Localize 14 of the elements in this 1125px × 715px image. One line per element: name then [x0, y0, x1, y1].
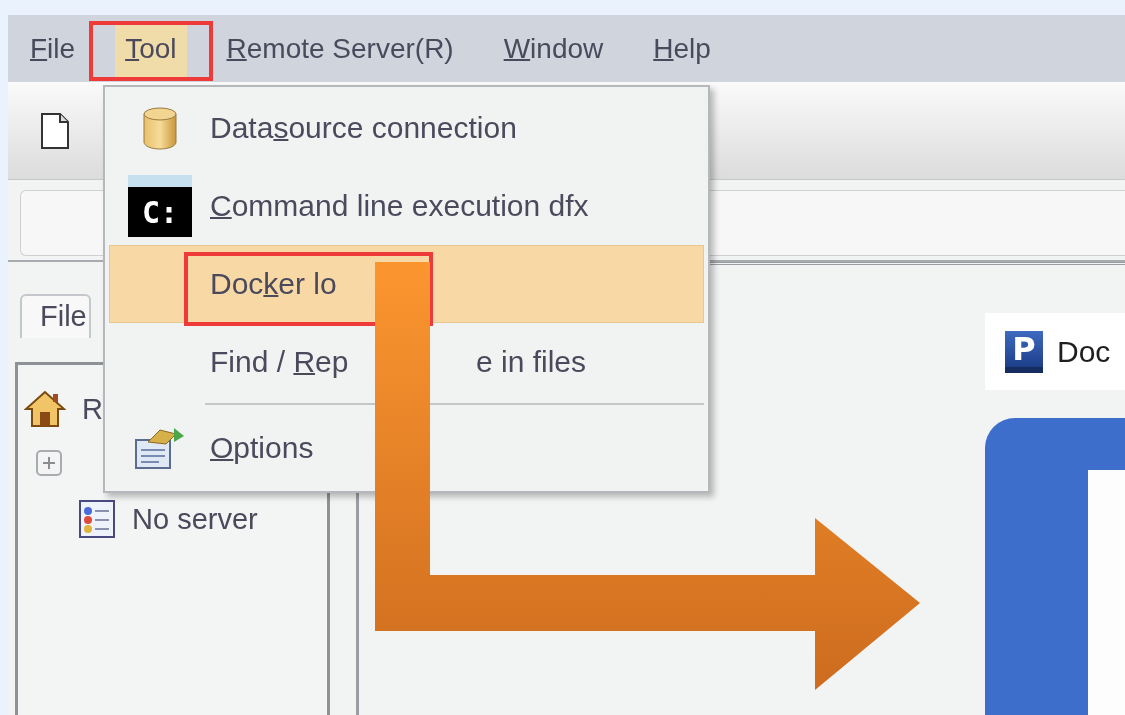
menu-item[interactable]: C: Command line execution dfx [109, 167, 704, 245]
logo-icon: P [1005, 330, 1043, 373]
menu-item[interactable]: Window [493, 20, 614, 77]
window-title: Doc [1057, 334, 1111, 369]
menu-item[interactable]: Options [109, 409, 704, 487]
console-icon: C: [128, 175, 192, 237]
menu-item[interactable]: Find / Rep e in files [109, 323, 704, 401]
menu-item[interactable]: File [20, 20, 86, 77]
menu-item[interactable]: Remote Server(R) [216, 20, 464, 77]
tree-item[interactable]: R [82, 392, 103, 426]
tab[interactable]: File [20, 294, 91, 338]
tree-item[interactable]: No server [132, 502, 258, 536]
menu-item[interactable]: Help [643, 20, 721, 77]
menu-item[interactable]: Docker lo [109, 245, 704, 323]
